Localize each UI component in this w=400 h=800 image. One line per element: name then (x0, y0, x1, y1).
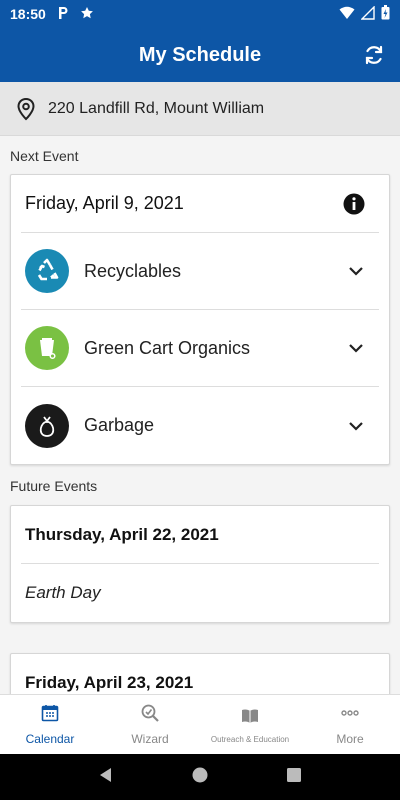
star-icon (80, 6, 94, 23)
next-event-header: Friday, April 9, 2021 (21, 175, 379, 233)
garbage-bag-icon (25, 403, 69, 448)
future-event-header: Thursday, April 22, 2021 (21, 506, 379, 564)
parking-icon (56, 6, 70, 23)
recycle-icon (25, 249, 69, 293)
nav-label: Calendar (25, 732, 75, 746)
home-icon[interactable] (191, 766, 209, 789)
future-events-label: Future Events (10, 478, 98, 494)
bottom-nav: Calendar Wizard Outreach & Education Mor… (0, 694, 400, 754)
future-event-name: Earth Day (25, 583, 101, 602)
address-text: 220 Landfill Rd, Mount William (48, 99, 265, 117)
book-icon (240, 706, 260, 731)
nav-more[interactable]: More (300, 695, 400, 754)
nav-wizard[interactable]: Wizard (100, 695, 200, 754)
nav-outreach-education[interactable]: Outreach & Education (200, 695, 300, 754)
chevron-down-icon[interactable] (347, 262, 365, 280)
future-event-row: Earth Day (21, 564, 379, 622)
status-time: 18:50 (10, 6, 46, 22)
nav-label: Wizard (131, 732, 169, 746)
system-nav-bar (0, 754, 400, 800)
schedule-content[interactable]: Next Event Friday, April 9, 2021 Recycla… (0, 136, 400, 694)
list-item-recyclables[interactable]: Recyclables (21, 233, 379, 310)
page-title: My Schedule (138, 43, 262, 66)
future-event-card[interactable]: Thursday, April 22, 2021 Earth Day (10, 505, 390, 623)
next-event-label: Next Event (10, 148, 79, 164)
wizard-icon (140, 703, 160, 728)
back-icon[interactable] (98, 767, 114, 788)
list-item-label: Recyclables (84, 260, 182, 281)
battery-icon (381, 5, 390, 23)
recents-icon[interactable] (286, 767, 302, 788)
chevron-down-icon[interactable] (347, 339, 365, 357)
list-item-green-cart-organics[interactable]: Green Cart Organics (21, 310, 379, 387)
next-event-card: Friday, April 9, 2021 Recyclables Green … (10, 174, 390, 465)
location-pin-icon (14, 97, 38, 121)
wifi-icon (339, 6, 355, 23)
nav-label: Outreach & Education (210, 734, 290, 744)
refresh-icon[interactable] (362, 43, 386, 67)
list-item-label: Green Cart Organics (84, 337, 251, 358)
more-icon (340, 703, 360, 728)
chevron-down-icon[interactable] (347, 417, 365, 435)
future-event-header: Friday, April 23, 2021 (21, 654, 379, 694)
next-event-date: Friday, April 9, 2021 (25, 193, 184, 213)
green-cart-icon (25, 326, 69, 370)
status-bar: 18:50 (0, 0, 400, 28)
list-item-garbage[interactable]: Garbage (21, 387, 379, 464)
signal-icon (360, 4, 375, 23)
future-event-card[interactable]: Friday, April 23, 2021 (10, 653, 390, 694)
future-event-date: Thursday, April 22, 2021 (25, 524, 219, 544)
app-bar: My Schedule (0, 28, 400, 82)
info-icon[interactable] (343, 193, 365, 215)
future-event-date: Friday, April 23, 2021 (25, 673, 194, 692)
address-bar[interactable]: 220 Landfill Rd, Mount William (0, 82, 400, 136)
nav-calendar[interactable]: Calendar (0, 695, 100, 754)
nav-label: More (336, 732, 364, 746)
calendar-icon (40, 703, 60, 728)
list-item-label: Garbage (84, 415, 155, 435)
